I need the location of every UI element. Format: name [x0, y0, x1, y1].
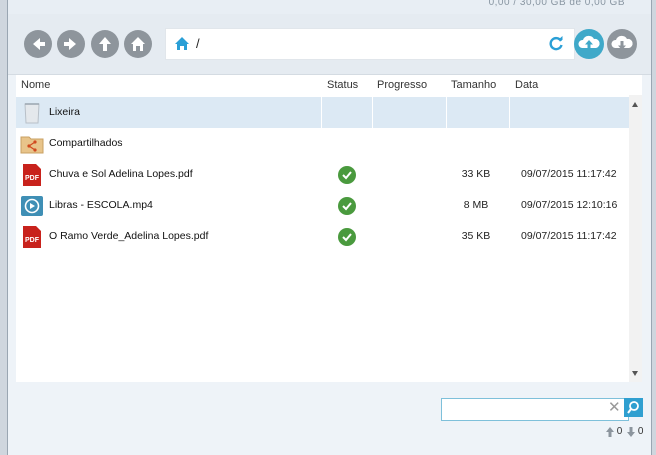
video-icon [21, 196, 43, 216]
path-input[interactable]: / [196, 36, 200, 51]
scroll-up-icon[interactable] [632, 102, 638, 107]
pdf-icon: PDF [23, 164, 41, 186]
arrow-up-icon [99, 37, 111, 51]
file-size: 8 MB [463, 199, 489, 211]
home-icon[interactable] [174, 36, 190, 51]
app-window: 0,00 / 30,00 GB de 0,00 GB / Nome Status… [7, 0, 652, 455]
column-progress[interactable]: Progresso [377, 79, 427, 91]
column-name[interactable]: Nome [21, 79, 50, 91]
home-icon [131, 37, 145, 51]
file-list: Nome Status Progresso Tamanho Data Lixei… [16, 75, 642, 382]
file-row[interactable]: Compartilhados [16, 128, 629, 159]
back-button[interactable] [24, 30, 52, 58]
file-name: Libras - ESCOLA.mp4 [49, 199, 153, 211]
scroll-down-icon[interactable] [632, 371, 638, 376]
download-count: 0 [637, 426, 644, 437]
file-name: Compartilhados [49, 137, 123, 149]
download-arrow-icon [627, 426, 636, 437]
upload-count: 0 [616, 426, 623, 437]
vertical-scrollbar[interactable] [629, 95, 642, 382]
arrow-left-icon [33, 38, 45, 50]
shared-folder-icon [20, 136, 44, 154]
arrow-right-icon [64, 38, 76, 50]
quota-text: 0,00 / 30,00 GB de 0,00 GB [488, 0, 625, 8]
file-row[interactable]: Libras - ESCOLA.mp4 8 MB 09/07/2015 12:1… [16, 190, 629, 221]
up-button[interactable] [91, 30, 119, 58]
pdf-icon: PDF [23, 226, 41, 248]
svg-text:PDF: PDF [25, 237, 40, 244]
file-row[interactable]: Lixeira [16, 97, 629, 128]
status-ok-icon [338, 166, 356, 184]
status-ok-icon [338, 228, 356, 246]
file-name: O Ramo Verde_Adelina Lopes.pdf [49, 230, 209, 242]
file-size: 33 KB [461, 168, 491, 180]
column-date[interactable]: Data [515, 79, 538, 91]
column-size[interactable]: Tamanho [451, 79, 496, 91]
download-button[interactable] [607, 29, 637, 59]
cloud-upload-icon [578, 35, 600, 49]
status-ok-icon [338, 197, 356, 215]
file-name: Lixeira [49, 106, 80, 118]
transfer-counts: 0 0 [606, 426, 643, 437]
home-button[interactable] [124, 30, 152, 58]
svg-text:PDF: PDF [25, 175, 40, 182]
clear-search-icon[interactable]: ✕ [608, 399, 621, 416]
file-row[interactable]: PDF Chuva e Sol Adelina Lopes.pdf 33 KB … [16, 159, 629, 190]
search-icon [627, 401, 639, 414]
file-date: 09/07/2015 12:10:16 [521, 199, 618, 211]
cloud-download-icon [611, 35, 633, 50]
file-list-header: Nome Status Progresso Tamanho Data [16, 75, 642, 95]
search-input[interactable] [441, 398, 629, 421]
trash-icon [24, 103, 40, 124]
file-size: 35 KB [461, 230, 491, 242]
file-name: Chuva e Sol Adelina Lopes.pdf [49, 168, 193, 180]
toolbar: / [8, 14, 651, 75]
path-bar[interactable]: / [165, 28, 575, 60]
file-row[interactable]: PDF O Ramo Verde_Adelina Lopes.pdf 35 KB… [16, 221, 629, 252]
file-date: 09/07/2015 11:17:42 [521, 230, 617, 242]
upload-arrow-icon [606, 426, 614, 437]
forward-button[interactable] [57, 30, 85, 58]
refresh-icon[interactable] [548, 35, 564, 51]
upload-button[interactable] [574, 29, 604, 59]
file-date: 09/07/2015 11:17:42 [521, 168, 617, 180]
search-button[interactable] [624, 398, 643, 417]
column-status[interactable]: Status [327, 79, 358, 91]
top-strip: 0,00 / 30,00 GB de 0,00 GB [8, 0, 651, 14]
